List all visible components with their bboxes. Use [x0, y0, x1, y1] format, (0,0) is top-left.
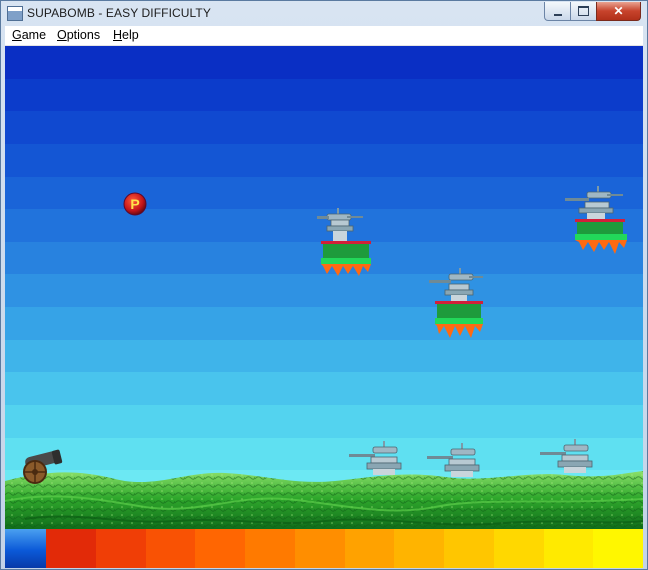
app-icon	[7, 6, 23, 21]
power-bar-segment	[295, 529, 345, 568]
turret-icon	[317, 208, 363, 241]
sky-band	[5, 111, 643, 145]
window-title: SUPABOMB - EASY DIFFICULTY	[27, 6, 211, 20]
sky-band	[5, 307, 643, 341]
minimize-icon	[553, 13, 562, 16]
player-cannon	[17, 444, 65, 491]
menu-bar: Game Options Help	[5, 26, 643, 46]
turret-icon	[540, 439, 593, 473]
floating-turret-platform	[429, 268, 483, 345]
menu-game[interactable]: Game	[12, 28, 46, 42]
power-bar-start-segment	[5, 529, 46, 568]
menu-options[interactable]: Options	[57, 28, 100, 42]
turret-icon	[429, 268, 483, 302]
floating-platform	[321, 241, 371, 276]
sky-band	[5, 144, 643, 178]
power-bar-segment	[544, 529, 594, 568]
floating-turret-platform	[565, 186, 627, 263]
power-bar-segment	[494, 529, 544, 568]
sky-band	[5, 79, 643, 113]
maximize-icon	[578, 6, 589, 16]
close-icon: ✕	[613, 4, 624, 18]
power-bar-segment	[394, 529, 444, 568]
power-bar-segment	[146, 529, 196, 568]
power-bar-segment	[46, 529, 96, 568]
sky-band	[5, 46, 643, 80]
power-bar-segment	[345, 529, 395, 568]
powerup-icon: P	[123, 192, 147, 216]
turret-icon	[427, 443, 480, 477]
menu-help[interactable]: Help	[113, 28, 139, 42]
sky-band	[5, 177, 643, 211]
power-bar	[5, 529, 643, 568]
ground-turret	[540, 439, 594, 480]
floating-platform	[435, 301, 483, 338]
ground-turret	[349, 441, 403, 482]
power-bar-segment	[195, 529, 245, 568]
sky-band	[5, 372, 643, 406]
power-bar-segment	[444, 529, 494, 568]
floating-turret-platform	[317, 208, 371, 285]
power-bar-segment	[593, 529, 643, 568]
turret-icon	[349, 441, 402, 475]
game-window: SUPABOMB - EASY DIFFICULTY ✕ Game Option…	[0, 0, 648, 570]
powerup-letter: P	[130, 196, 139, 212]
sky-band	[5, 340, 643, 374]
powerup-orb: P	[123, 192, 147, 216]
sky-band	[5, 405, 643, 439]
ground-turret	[427, 443, 481, 484]
turret-icon	[565, 186, 623, 219]
floating-platform	[575, 219, 627, 254]
minimize-button[interactable]	[544, 2, 571, 21]
title-bar[interactable]: SUPABOMB - EASY DIFFICULTY ✕	[1, 1, 647, 25]
power-bar-segment	[245, 529, 295, 568]
power-bar-segment	[96, 529, 146, 568]
game-canvas[interactable]: P	[5, 46, 643, 568]
close-button[interactable]: ✕	[596, 2, 641, 21]
cannon-icon	[23, 449, 63, 484]
maximize-button[interactable]	[570, 2, 597, 21]
